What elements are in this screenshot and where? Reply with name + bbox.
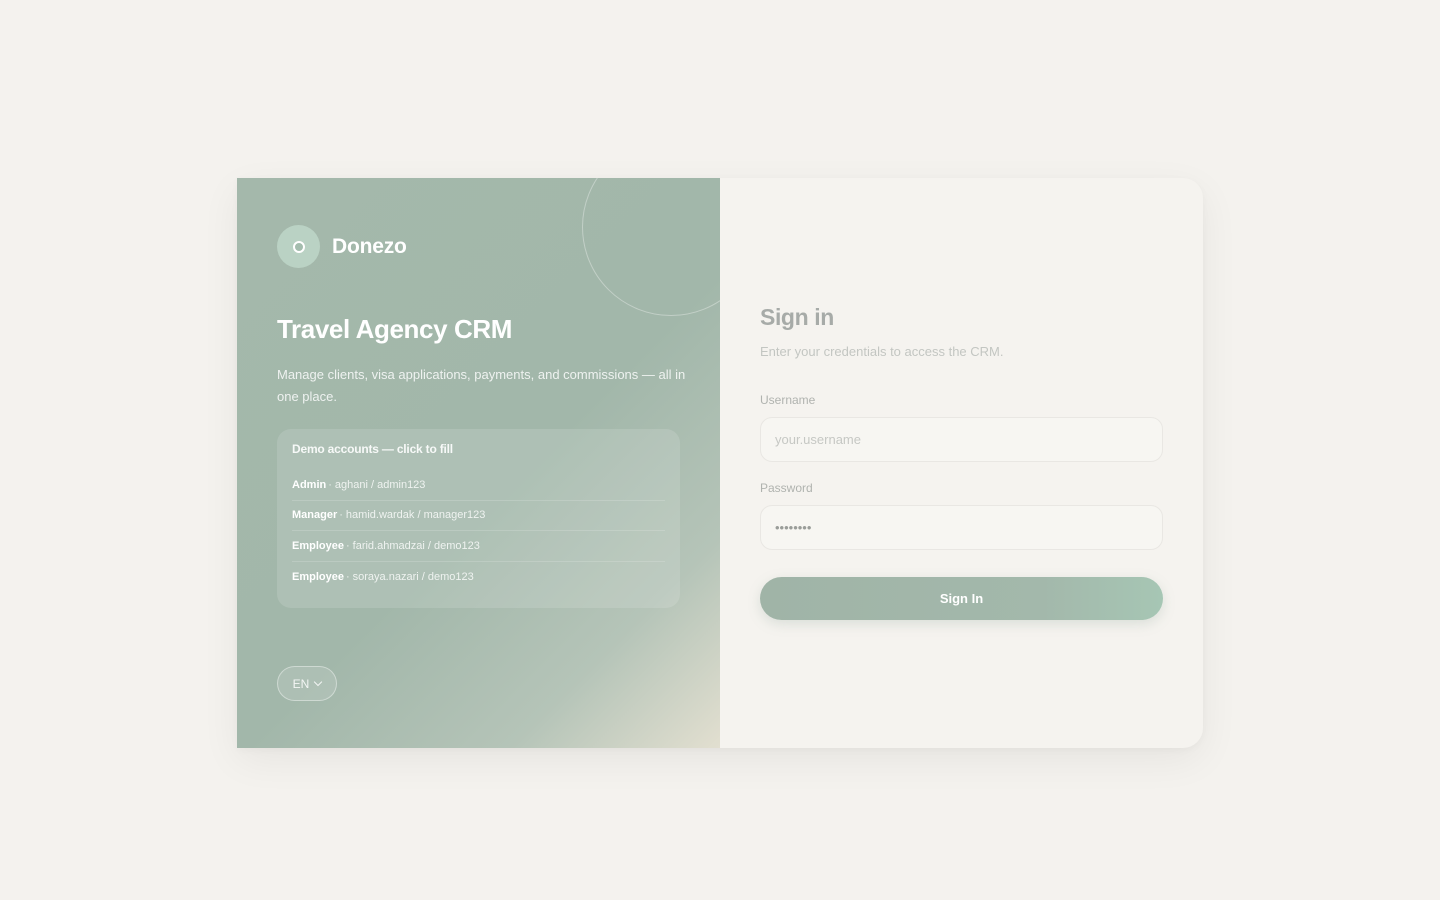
username-label: Username bbox=[760, 393, 816, 407]
brand: Donezo bbox=[277, 225, 407, 268]
demo-account-role: Manager bbox=[292, 509, 338, 522]
demo-account-credentials: soraya.nazari / demo123 bbox=[352, 570, 474, 583]
demo-account-admin[interactable]: Admin · aghani / admin123 bbox=[292, 470, 665, 501]
demo-account-manager[interactable]: Manager · hamid.wardak / manager123 bbox=[292, 501, 665, 531]
demo-account-role: Employee bbox=[292, 570, 344, 583]
sign-in-button[interactable]: Sign In bbox=[760, 577, 1163, 620]
brand-panel: Donezo Travel Agency CRM Manage clients,… bbox=[237, 178, 720, 748]
sign-in-panel: Sign in Enter your credentials to access… bbox=[720, 178, 1203, 748]
demo-accounts-box: Demo accounts — click to fill Admin · ag… bbox=[277, 429, 680, 608]
language-label: EN bbox=[292, 676, 310, 691]
demo-account-employee-1[interactable]: Employee · farid.ahmadzai / demo123 bbox=[292, 531, 665, 562]
username-input[interactable] bbox=[760, 417, 1163, 462]
demo-accounts-title: Demo accounts — click to fill bbox=[292, 442, 453, 456]
password-input[interactable] bbox=[760, 505, 1163, 550]
demo-account-credentials: farid.ahmadzai / demo123 bbox=[352, 539, 480, 552]
demo-account-separator: · bbox=[345, 539, 350, 552]
demo-account-separator: · bbox=[328, 478, 332, 491]
decorative-ring bbox=[582, 178, 720, 316]
demo-account-separator: · bbox=[339, 509, 343, 522]
chevron-down-icon bbox=[314, 677, 323, 687]
demo-account-credentials: aghani / admin123 bbox=[334, 478, 426, 491]
hero-title: Travel Agency CRM bbox=[277, 314, 512, 344]
login-card: Donezo Travel Agency CRM Manage clients,… bbox=[237, 178, 1203, 748]
hero-subtitle: Manage clients, visa applications, payme… bbox=[277, 367, 686, 404]
demo-account-separator: · bbox=[345, 570, 350, 583]
language-selector[interactable]: EN bbox=[277, 666, 337, 701]
demo-account-credentials: hamid.wardak / manager123 bbox=[345, 509, 486, 522]
demo-account-employee-2[interactable]: Employee · soraya.nazari / demo123 bbox=[292, 562, 665, 593]
form-subtitle: Enter your credentials to access the CRM… bbox=[760, 344, 1004, 359]
password-label: Password bbox=[760, 481, 813, 495]
demo-account-role: Admin bbox=[292, 478, 327, 491]
demo-account-role: Employee bbox=[292, 539, 344, 552]
ring-dot-icon bbox=[277, 225, 320, 268]
form-title: Sign in bbox=[760, 304, 834, 330]
brand-name: Donezo bbox=[332, 234, 407, 258]
